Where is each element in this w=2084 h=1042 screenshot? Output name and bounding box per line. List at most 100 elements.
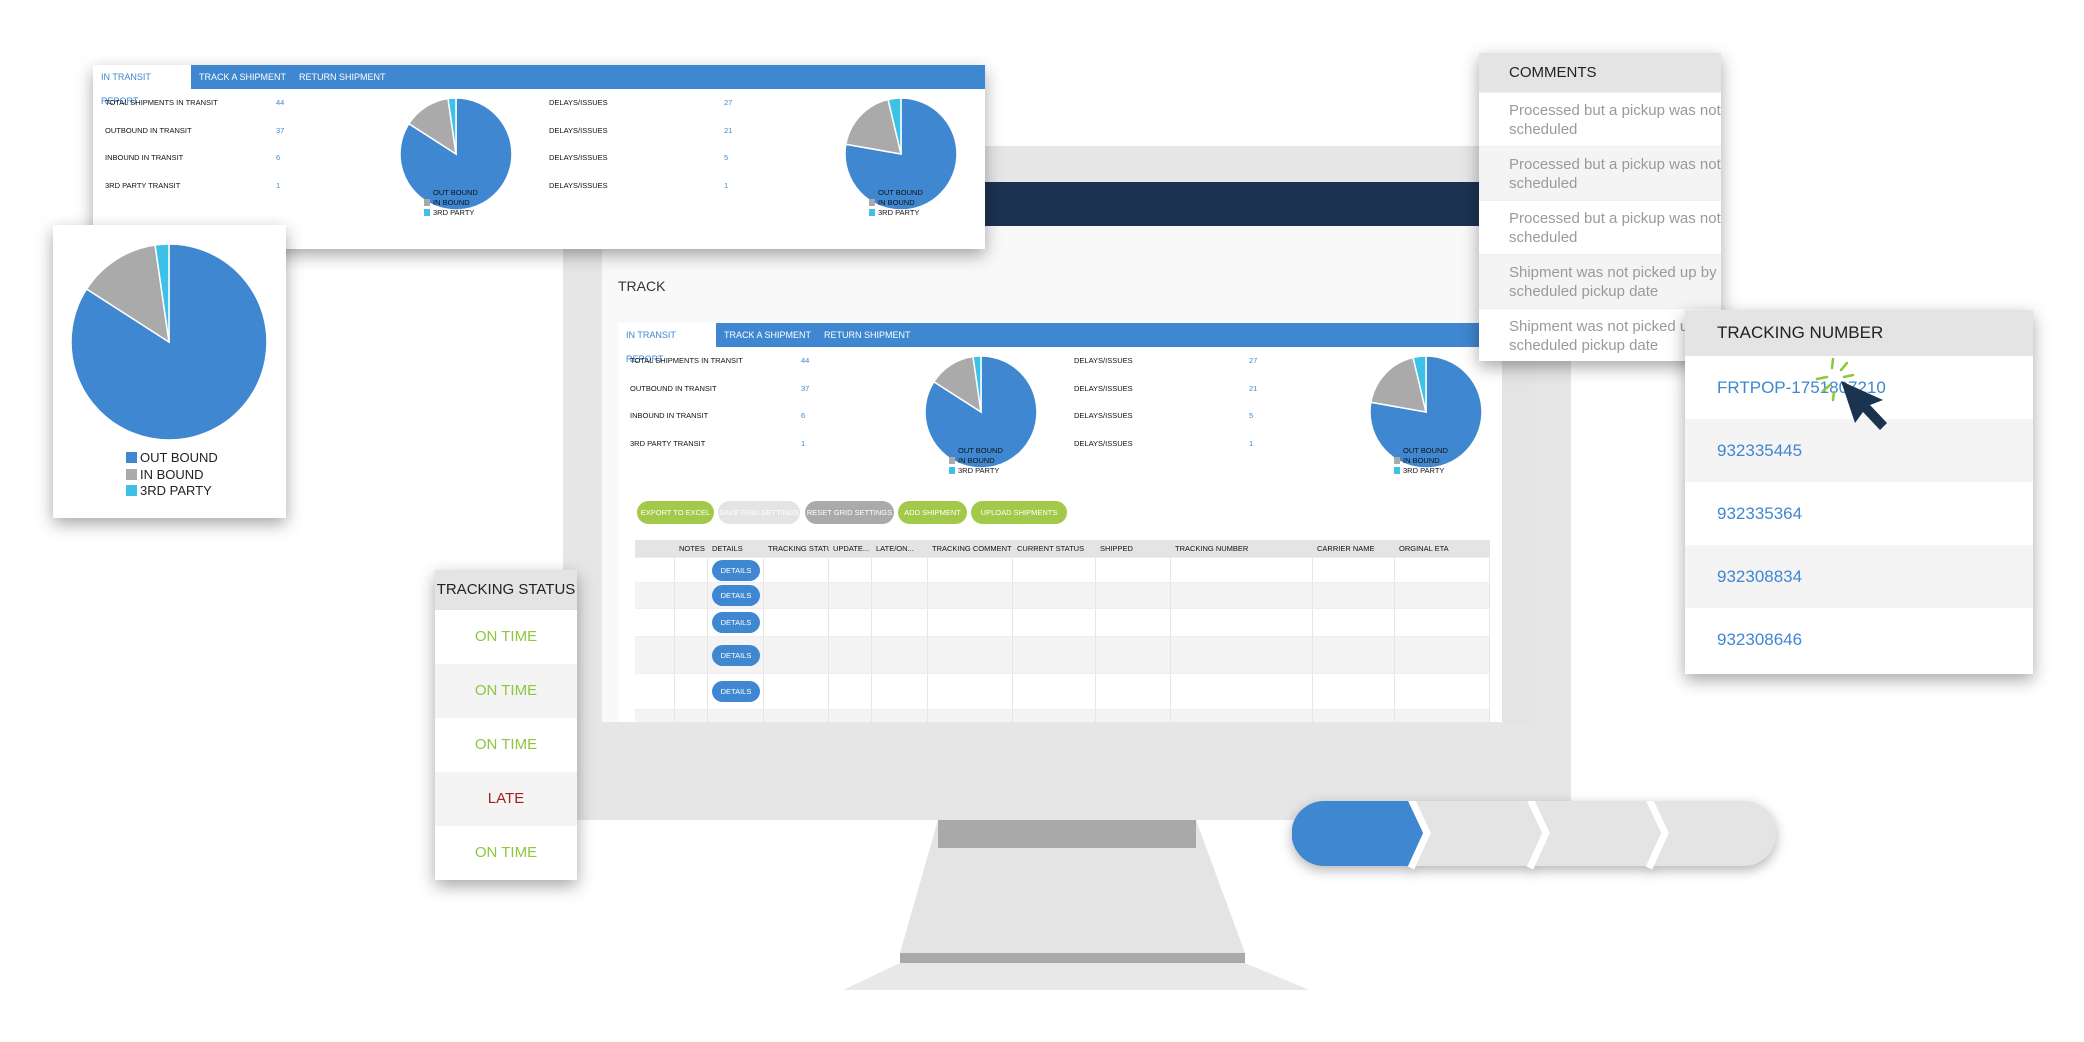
table-cell	[1013, 558, 1096, 582]
column-header[interactable]: ORGINAL ETA	[1395, 540, 1490, 557]
legend-label: OUT BOUND	[958, 446, 1003, 455]
stat-value: 1	[724, 181, 729, 190]
table-cell	[1171, 710, 1313, 722]
column-header[interactable]: DETAILS	[708, 540, 764, 557]
table-cell	[1313, 674, 1395, 709]
table-cell	[1171, 558, 1313, 582]
legend-label: OUT BOUND	[433, 188, 478, 197]
legend-item: 3RD PARTY	[126, 483, 218, 500]
details-button[interactable]: DETAILS	[712, 559, 760, 581]
table-cell	[675, 609, 708, 636]
column-header[interactable]: UPDATE...	[829, 540, 872, 557]
table-cell	[635, 710, 675, 722]
tracking-status-item: ON TIME	[474, 628, 538, 645]
tab-track-a-shipment[interactable]: TRACK A SHIPMENT	[716, 323, 819, 347]
table-cell	[1013, 674, 1096, 709]
legend-item: 3RD PARTY	[1394, 466, 1448, 476]
upload-shipments-button[interactable]: UPLOAD SHIPMENTS	[971, 501, 1067, 524]
table-cell	[675, 674, 708, 709]
details-button[interactable]: DETAILS	[712, 681, 760, 702]
tab-in-transit-report[interactable]: IN TRANSIT REPORT	[618, 323, 716, 364]
reset-grid-settings-button[interactable]: RESET GRID SETTINGS	[805, 501, 894, 524]
table-cell	[829, 609, 872, 636]
legend-label: IN BOUND	[1403, 456, 1440, 465]
legend-label: OUT BOUND	[1403, 446, 1448, 455]
column-header[interactable]	[635, 540, 675, 557]
legend-swatch	[949, 447, 955, 454]
legend-item: IN BOUND	[1394, 456, 1448, 466]
column-header[interactable]: TRACKING COMMENT	[928, 540, 1013, 557]
table-cell	[635, 558, 675, 582]
table-cell	[675, 583, 708, 608]
page-title: TRACK	[618, 278, 666, 294]
legend-item: 3RD PARTY	[949, 466, 1003, 476]
tab-return-shipment[interactable]: RETURN SHIPMENT	[816, 323, 919, 347]
table-cell	[1171, 609, 1313, 636]
table-cell	[928, 609, 1013, 636]
legend-item: IN BOUND	[869, 198, 923, 208]
pie-legend: OUT BOUND IN BOUND 3RD PARTY	[1394, 446, 1448, 476]
tab-return-shipment[interactable]: RETURN SHIPMENT	[291, 65, 394, 89]
table-cell	[872, 583, 928, 608]
column-header[interactable]: SHIPPED	[1096, 540, 1171, 557]
table-cell	[1171, 583, 1313, 608]
tab-in-transit-report[interactable]: IN TRANSIT REPORT	[93, 65, 191, 106]
tracking-status-item: LATE	[435, 772, 577, 826]
details-button[interactable]: DETAILS	[712, 585, 760, 606]
comments-header: COMMENTS	[1479, 53, 1721, 92]
export-to-excel-button[interactable]: EXPORT TO EXCEL	[637, 501, 714, 524]
comment-item: Processed but a pickup was not scheduled	[1479, 200, 1721, 254]
tracking-status-item: ON TIME	[435, 664, 577, 718]
stat-value: 1	[1249, 439, 1254, 448]
comment-item: Processed but a pickup was not scheduled	[1479, 146, 1721, 200]
column-header[interactable]: NOTES	[675, 540, 708, 557]
column-header[interactable]: LATE/ON...	[872, 540, 928, 557]
column-header[interactable]: CURRENT STATUS	[1013, 540, 1096, 557]
report-tabs: IN TRANSIT REPORT TRACK A SHIPMENT RETURN …	[93, 65, 985, 106]
legend-item: OUT BOUND	[869, 188, 923, 198]
tracking-number-link[interactable]: 932335364	[1685, 482, 2033, 545]
legend-item: OUT BOUND	[949, 446, 1003, 456]
table-cell	[1096, 710, 1171, 722]
stat-value: 1	[276, 181, 281, 190]
tracking-status-item: ON TIME	[474, 844, 538, 861]
stat-value: 5	[1249, 411, 1254, 420]
tracking-number-link[interactable]: 932308834	[1685, 545, 2033, 608]
legend-item: IN BOUND	[126, 467, 218, 484]
column-header[interactable]: CARRIER NAME	[1313, 540, 1395, 557]
table-cell	[1395, 674, 1490, 709]
table-cell	[1013, 637, 1096, 673]
legend-item: OUT BOUND	[424, 188, 478, 198]
table-cell	[764, 637, 829, 673]
table-cell	[1171, 637, 1313, 673]
legend-label: IN BOUND	[958, 456, 995, 465]
table-row: DETAILS	[635, 637, 1490, 674]
stat-label: DELAYS/ISSUES	[1074, 439, 1133, 448]
table-cell	[872, 637, 928, 673]
legend-item: OUT BOUND	[126, 450, 218, 467]
details-button[interactable]: DETAILS	[712, 644, 760, 666]
legend-item: 3RD PARTY	[424, 208, 478, 218]
stat-label: INBOUND IN TRANSIT	[630, 411, 709, 420]
table-cell: DETAILS	[708, 558, 764, 582]
table-cell	[675, 710, 708, 722]
legend-swatch	[1394, 457, 1400, 464]
pie-legend: OUT BOUND IN BOUND 3RD PARTY	[126, 450, 218, 500]
table-cell	[635, 674, 675, 709]
legend-item: IN BOUND	[949, 456, 1003, 466]
save-grid-settings-button[interactable]: SAVE GRID SETTINGS	[718, 501, 800, 524]
column-header[interactable]: TRACKING STATUS	[764, 540, 829, 557]
add-shipment-button[interactable]: ADD SHIPMENT	[898, 501, 967, 524]
table-cell	[1096, 637, 1171, 673]
table-cell	[1313, 609, 1395, 636]
column-header[interactable]: TRACKING NUMBER	[1171, 540, 1313, 557]
tab-track-a-shipment[interactable]: TRACK A SHIPMENT	[191, 65, 294, 89]
progress-step-completed	[1292, 801, 1425, 866]
details-button[interactable]: DETAILS	[712, 612, 760, 633]
stat-label: TOTAL SHIPMENTS IN TRANSIT	[105, 98, 218, 107]
tracking-number-link[interactable]: 932308646	[1685, 608, 2033, 671]
outbound-pie-card: OUT BOUND IN BOUND 3RD PARTY	[53, 225, 286, 518]
stat-label: DELAYS/ISSUES	[549, 181, 608, 190]
table-cell	[1096, 609, 1171, 636]
comment-item: Processed but a pickup was not scheduled	[1479, 92, 1721, 146]
